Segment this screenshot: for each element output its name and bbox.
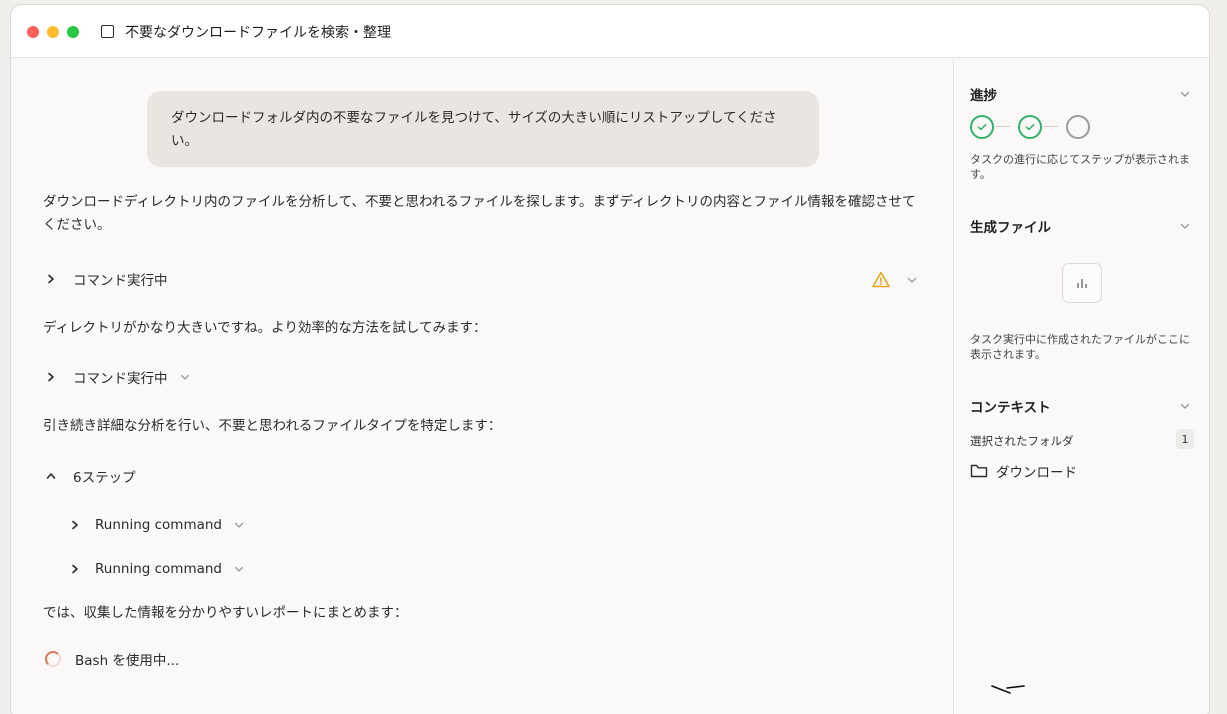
progress-step-done <box>970 115 994 139</box>
minimize-window-button[interactable] <box>47 26 59 38</box>
assistant-message: ディレクトリがかなり大きいですね。より効率的な方法を試してみます： <box>43 320 487 336</box>
substep-label: Running command <box>95 561 222 577</box>
chevron-down-icon <box>232 518 246 532</box>
files-section-title: 生成ファイル <box>970 220 1051 236</box>
assistant-message: では、収集した情報を分かりやすいレポートにまとめます： <box>43 605 408 621</box>
chevron-down-icon[interactable] <box>905 272 919 286</box>
right-sidebar: 進捗 タスクの進行に応じてステップが表示されます。 生成ファイル タスク実行中に… <box>953 59 1209 714</box>
progress-step-pending <box>1066 115 1090 139</box>
progress-section-title: 進捗 <box>970 88 997 104</box>
chevron-down-icon[interactable] <box>1178 86 1192 100</box>
command-toggle-2[interactable]: コマンド実行中 <box>43 366 192 388</box>
substep-toggle-1[interactable]: Running command <box>67 514 246 536</box>
progress-connector <box>996 126 1010 127</box>
close-window-button[interactable] <box>27 26 39 38</box>
check-icon <box>1025 124 1035 131</box>
selected-folder-label: 選択されたフォルダ <box>970 434 1074 448</box>
chevron-down-icon[interactable] <box>1178 398 1192 412</box>
chevron-right-icon <box>43 271 59 287</box>
app-window: 不要なダウンロードファイルを検索・整理 ダウンロードフォルダ内の不要なファイルを… <box>10 4 1210 714</box>
chart-icon <box>1077 279 1087 288</box>
chevron-right-icon <box>67 561 83 577</box>
chevron-down-icon <box>232 562 246 576</box>
selected-count-badge: 1 <box>1176 429 1194 449</box>
files-description: タスク実行中に作成されたファイルがここに表示されます。 <box>970 333 1190 361</box>
progress-description: タスクの進行に応じてステップが表示されます。 <box>970 153 1190 181</box>
command-toggle-1[interactable]: コマンド実行中 <box>43 268 168 290</box>
user-message: ダウンロードフォルダ内の不要なファイルを見つけて、サイズの大きい順にリストアップ… <box>147 91 819 167</box>
maximize-window-button[interactable] <box>67 26 79 38</box>
substep-toggle-2[interactable]: Running command <box>67 558 246 580</box>
chevron-down-icon <box>178 370 192 384</box>
chevron-right-icon <box>67 517 83 533</box>
command-label: コマンド実行中 <box>73 371 168 387</box>
loading-spinner-icon <box>45 651 61 667</box>
steps-toggle[interactable]: 6ステップ <box>43 465 136 487</box>
cursor-mark-icon <box>990 683 1030 699</box>
chevron-up-icon <box>43 468 59 484</box>
chevron-down-icon[interactable] <box>1178 218 1192 232</box>
title-bar: 不要なダウンロードファイルを検索・整理 <box>11 5 1209 58</box>
check-icon <box>977 124 987 131</box>
window-title: 不要なダウンロードファイルを検索・整理 <box>125 25 391 41</box>
progress-connector <box>1044 126 1058 127</box>
context-section-title: コンテキスト <box>970 400 1051 416</box>
warning-icon <box>871 270 891 290</box>
steps-label: 6ステップ <box>73 470 136 486</box>
task-checkbox-icon[interactable] <box>101 25 114 38</box>
chevron-right-icon <box>43 369 59 385</box>
file-placeholder <box>1062 263 1102 303</box>
chat-panel: ダウンロードフォルダ内の不要なファイルを見つけて、サイズの大きい順にリストアップ… <box>11 59 953 714</box>
substep-label: Running command <box>95 517 222 533</box>
folder-icon <box>970 463 988 479</box>
assistant-message: 引き続き詳細な分析を行い、不要と思われるファイルタイプを特定します： <box>43 418 502 434</box>
command-label: コマンド実行中 <box>73 273 168 289</box>
assistant-message: ダウンロードディレクトリ内のファイルを分析して、不要と思われるファイルを探します… <box>43 194 916 233</box>
progress-step-done <box>1018 115 1042 139</box>
folder-item[interactable]: ダウンロード <box>996 461 1077 481</box>
tool-status: Bash を使用中... <box>75 653 180 669</box>
